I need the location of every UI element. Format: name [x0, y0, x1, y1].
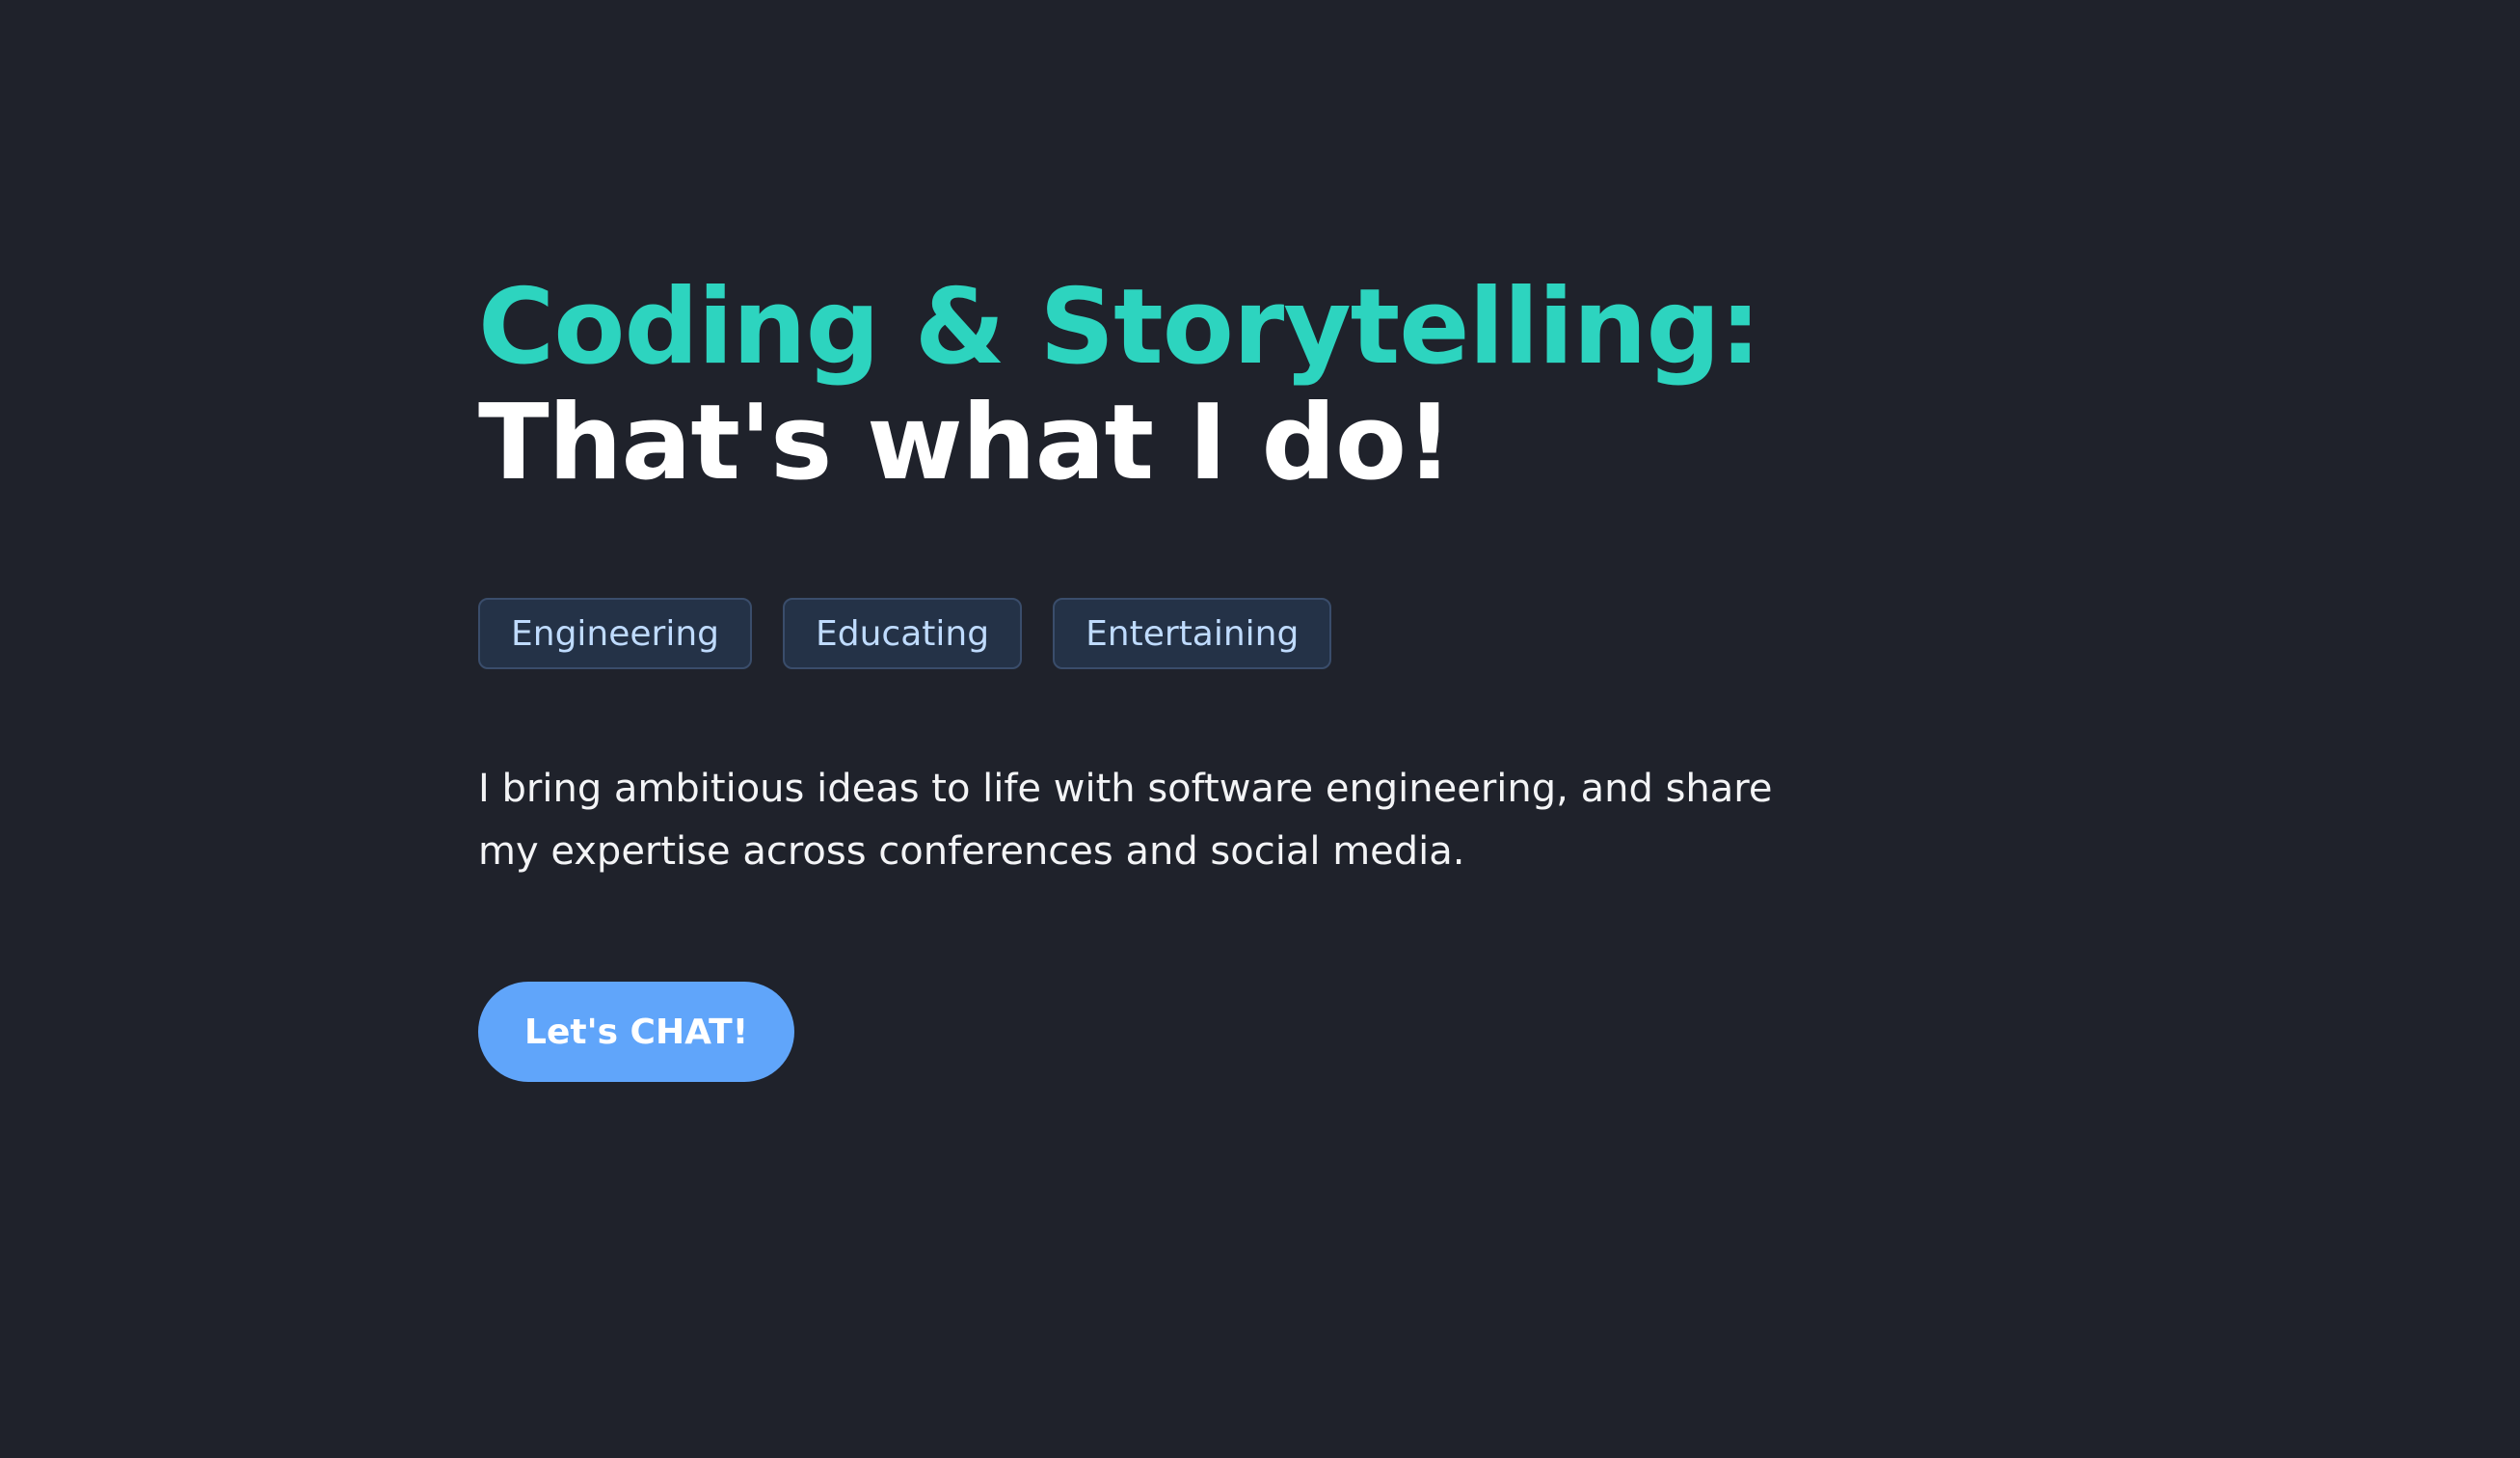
tag-entertaining: Entertaining: [1053, 598, 1332, 669]
hero-description: I bring ambitious ideas to life with sof…: [478, 767, 1773, 874]
tag-list: Engineering Educating Entertaining: [478, 598, 1924, 669]
headline-main: That's what I do!: [478, 383, 1453, 503]
headline-accent: Coding & Storytelling:: [478, 267, 1761, 388]
hero-section: Coding & Storytelling: That's what I do!…: [478, 270, 1924, 1082]
tag-engineering: Engineering: [478, 598, 752, 669]
chat-button[interactable]: Let's CHAT!: [478, 982, 795, 1082]
page-headline: Coding & Storytelling: That's what I do!: [478, 270, 1924, 501]
tag-educating: Educating: [783, 598, 1023, 669]
